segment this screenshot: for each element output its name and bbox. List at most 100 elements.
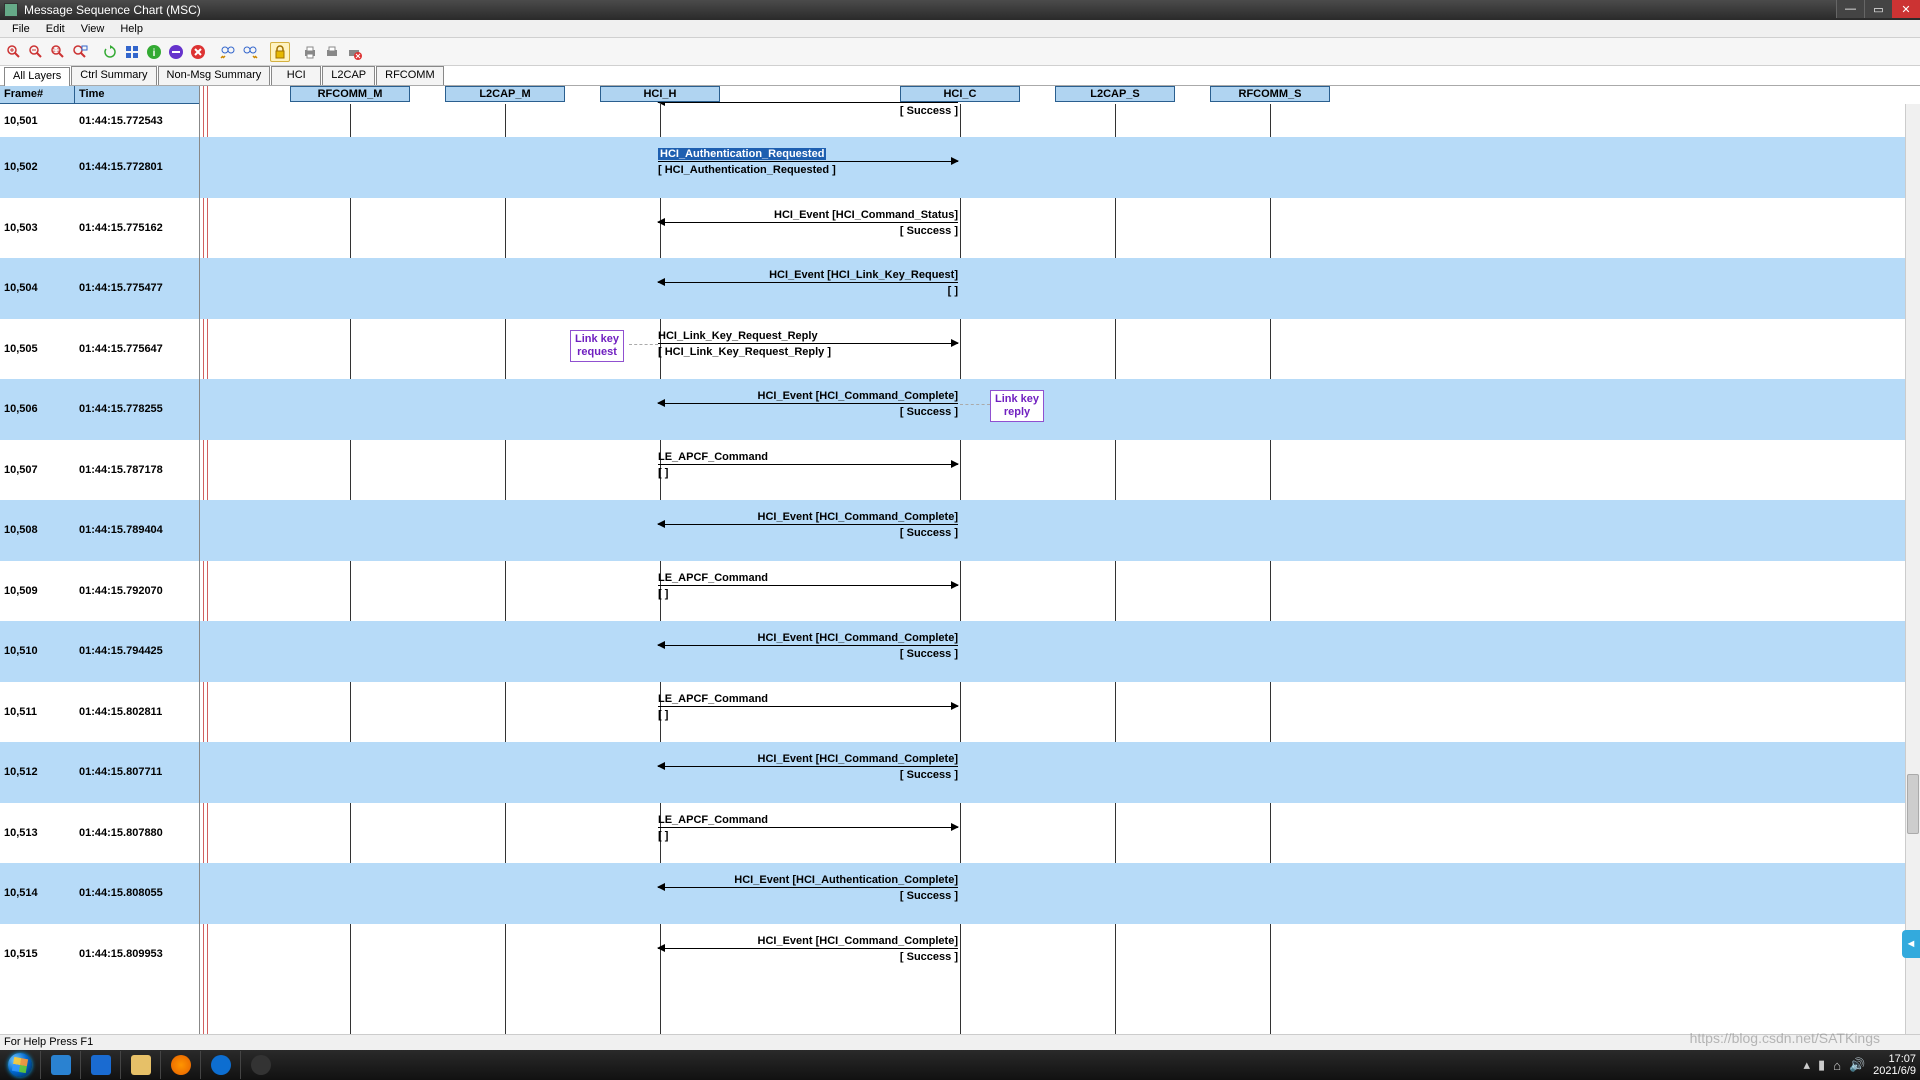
lifeline-l2cap-s[interactable]: L2CAP_S xyxy=(1055,86,1175,102)
find-next-icon[interactable] xyxy=(240,42,260,62)
msg-10505[interactable]: HCI_Link_Key_Request_Reply [ HCI_Link_Ke… xyxy=(658,330,958,358)
tray-up-icon[interactable]: ▴ xyxy=(1803,1057,1810,1073)
table-row[interactable]: 10,51201:44:15.807711 xyxy=(0,742,199,803)
stop-icon[interactable] xyxy=(166,42,186,62)
msg-10502[interactable]: HCI_Authentication_Requested [ HCI_Authe… xyxy=(658,148,958,176)
table-row[interactable]: 10,50101:44:15.772543 xyxy=(0,104,199,137)
table-row[interactable]: 10,50701:44:15.787178 xyxy=(0,440,199,501)
msg-10506[interactable]: HCI_Event [HCI_Command_Complete] [ Succe… xyxy=(658,390,958,418)
app-icon xyxy=(251,1055,271,1075)
content-area: Frame# Time 10,50101:44:15.77254310,5020… xyxy=(0,86,1920,1034)
taskbar-explorer[interactable] xyxy=(120,1051,160,1079)
table-row[interactable]: 10,51001:44:15.794425 xyxy=(0,621,199,682)
lock-icon[interactable] xyxy=(270,42,290,62)
frame-table: Frame# Time 10,50101:44:15.77254310,5020… xyxy=(0,86,200,1034)
lifeline-hci-h[interactable]: HCI_H xyxy=(600,86,720,102)
lifeline-rfcomm-m[interactable]: RFCOMM_M xyxy=(290,86,410,102)
tray-battery-icon[interactable]: ▮ xyxy=(1818,1057,1825,1073)
lifeline-hci-c[interactable]: HCI_C xyxy=(900,86,1020,102)
table-row[interactable]: 10,50401:44:15.775477 xyxy=(0,258,199,319)
start-button[interactable] xyxy=(0,1051,40,1079)
menu-file[interactable]: File xyxy=(4,23,38,35)
maximize-button[interactable]: ▭ xyxy=(1864,0,1892,18)
cell-frame: 10,515 xyxy=(0,948,75,960)
note-link-key-request[interactable]: Link keyrequest xyxy=(570,330,624,362)
msg-result: [ Success ] xyxy=(658,951,958,963)
msg-10513[interactable]: LE_APCF_Command [ ] xyxy=(658,814,958,842)
find-prev-icon[interactable] xyxy=(218,42,238,62)
header-frame[interactable]: Frame# xyxy=(0,86,75,103)
table-row[interactable]: 10,51101:44:15.802811 xyxy=(0,682,199,743)
table-row[interactable]: 10,51301:44:15.807880 xyxy=(0,803,199,864)
find-icon[interactable] xyxy=(122,42,142,62)
msg-result: [ Success ] xyxy=(658,225,958,237)
table-row[interactable]: 10,50601:44:15.778255 xyxy=(0,379,199,440)
taskbar-teamviewer[interactable] xyxy=(200,1051,240,1079)
tab-nonmsg-summary[interactable]: Non-Msg Summary xyxy=(158,66,271,85)
taskbar-app-2[interactable] xyxy=(80,1051,120,1079)
lifeline-l2cap-m[interactable]: L2CAP_M xyxy=(445,86,565,102)
tray-volume-icon[interactable]: 🔊 xyxy=(1849,1057,1865,1073)
msg-10515[interactable]: HCI_Event [HCI_Command_Complete] [ Succe… xyxy=(658,935,958,963)
print-setup-icon[interactable] xyxy=(300,42,320,62)
statusbar: For Help Press F1 xyxy=(0,1034,1920,1050)
tab-all-layers[interactable]: All Layers xyxy=(4,67,70,86)
firefox-icon xyxy=(171,1055,191,1075)
side-tab-icon[interactable]: ◄ xyxy=(1902,930,1920,958)
table-body[interactable]: 10,50101:44:15.77254310,50201:44:15.7728… xyxy=(0,104,199,1034)
msg-10504[interactable]: HCI_Event [HCI_Link_Key_Request] [ ] xyxy=(658,269,958,297)
table-row[interactable]: 10,50901:44:15.792070 xyxy=(0,561,199,622)
menu-view[interactable]: View xyxy=(73,23,113,35)
zoom-fit-icon[interactable]: 1:1 xyxy=(48,42,68,62)
tab-ctrl-summary[interactable]: Ctrl Summary xyxy=(71,66,156,85)
menu-help[interactable]: Help xyxy=(112,23,151,35)
titlebar: Message Sequence Chart (MSC) — ▭ ✕ xyxy=(0,0,1920,20)
table-row[interactable]: 10,51401:44:15.808055 xyxy=(0,863,199,924)
msg-10510[interactable]: HCI_Event [HCI_Command_Complete] [ Succe… xyxy=(658,632,958,660)
msg-label: HCI_Event [HCI_Command_Complete] xyxy=(658,632,958,644)
info-icon[interactable]: i xyxy=(144,42,164,62)
cell-time: 01:44:15.807880 xyxy=(75,827,199,839)
close-button[interactable]: ✕ xyxy=(1892,0,1920,18)
msg-10508[interactable]: HCI_Event [HCI_Command_Complete] [ Succe… xyxy=(658,511,958,539)
taskbar-firefox[interactable] xyxy=(160,1051,200,1079)
msg-10507[interactable]: LE_APCF_Command [ ] xyxy=(658,451,958,479)
scroll-thumb[interactable] xyxy=(1907,774,1919,834)
tray-clock[interactable]: 17:07 2021/6/9 xyxy=(1873,1053,1916,1077)
print-cancel-icon[interactable] xyxy=(344,42,364,62)
error-icon[interactable] xyxy=(188,42,208,62)
header-time[interactable]: Time xyxy=(75,86,199,103)
msg-10514[interactable]: HCI_Event [HCI_Authentication_Complete] … xyxy=(658,874,958,902)
print-icon[interactable] xyxy=(322,42,342,62)
sequence-chart[interactable]: RFCOMM_M L2CAP_M HCI_H HCI_C L2CAP_S RFC… xyxy=(200,86,1920,1034)
refresh-icon[interactable] xyxy=(100,42,120,62)
table-row[interactable]: 10,50201:44:15.772801 xyxy=(0,137,199,198)
minimize-button[interactable]: — xyxy=(1836,0,1864,18)
tab-hci[interactable]: HCI xyxy=(271,66,321,85)
table-row[interactable]: 10,51501:44:15.809953 xyxy=(0,924,199,985)
msg-10511[interactable]: LE_APCF_Command [ ] xyxy=(658,693,958,721)
cell-time: 01:44:15.802811 xyxy=(75,706,199,718)
note-link-key-reply[interactable]: Link keyreply xyxy=(990,390,1044,422)
app-icon xyxy=(51,1055,71,1075)
cell-frame: 10,502 xyxy=(0,161,75,173)
zoom-region-icon[interactable] xyxy=(70,42,90,62)
table-row[interactable]: 10,50801:44:15.789404 xyxy=(0,500,199,561)
menu-edit[interactable]: Edit xyxy=(38,23,73,35)
tray-network-icon[interactable]: ⌂ xyxy=(1833,1058,1841,1073)
lifeline-rfcomm-s[interactable]: RFCOMM_S xyxy=(1210,86,1330,102)
taskbar-app-1[interactable] xyxy=(40,1051,80,1079)
taskbar-app-3[interactable] xyxy=(240,1051,280,1079)
table-row[interactable]: 10,50501:44:15.775647 xyxy=(0,319,199,380)
msg-10503[interactable]: HCI_Event [HCI_Command_Status] [ Success… xyxy=(658,209,958,237)
table-row[interactable]: 10,50301:44:15.775162 xyxy=(0,198,199,259)
tab-l2cap[interactable]: L2CAP xyxy=(322,66,375,85)
msg-10512[interactable]: HCI_Event [HCI_Command_Complete] [ Succe… xyxy=(658,753,958,781)
zoom-in-icon[interactable] xyxy=(4,42,24,62)
tab-rfcomm[interactable]: RFCOMM xyxy=(376,66,444,85)
msg-10509[interactable]: LE_APCF_Command [ ] xyxy=(658,572,958,600)
zoom-out-icon[interactable] xyxy=(26,42,46,62)
vertical-scrollbar[interactable] xyxy=(1905,104,1920,1034)
cell-time: 01:44:15.787178 xyxy=(75,464,199,476)
system-tray[interactable]: ▴ ▮ ⌂ 🔊 17:07 2021/6/9 xyxy=(1803,1050,1916,1080)
